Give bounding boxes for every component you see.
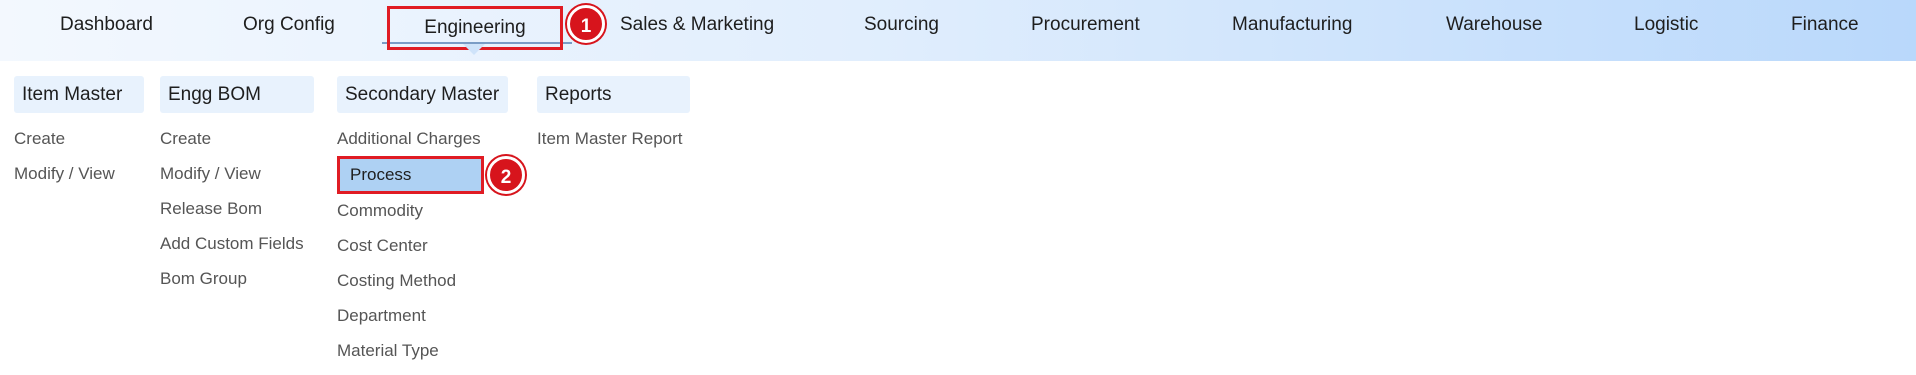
column-header-engg-bom: Engg BOM [160, 76, 314, 113]
menu-link-bom-group[interactable]: Bom Group [160, 267, 247, 291]
step-marker-1: 1 [567, 5, 605, 43]
menu-link-costing-method[interactable]: Costing Method [337, 269, 456, 293]
nav-manufacturing[interactable]: Manufacturing [1232, 0, 1352, 50]
nav-sales-marketing[interactable]: Sales & Marketing [620, 0, 774, 50]
column-header-item-master: Item Master [14, 76, 144, 113]
nav-procurement[interactable]: Procurement [1031, 0, 1140, 50]
menu-link-modify-view[interactable]: Modify / View [14, 162, 115, 186]
top-navigation-bar: Dashboard Org Config Engineering Sales &… [0, 0, 1916, 61]
column-header-secondary-master: Secondary Master [337, 76, 508, 113]
menu-link-material-type[interactable]: Material Type [337, 339, 439, 363]
menu-link-create[interactable]: Create [14, 127, 65, 151]
column-header-reports: Reports [537, 76, 690, 113]
nav-dashboard[interactable]: Dashboard [60, 0, 153, 50]
menu-link-additional-charges[interactable]: Additional Charges [337, 127, 481, 151]
menu-link-commodity[interactable]: Commodity [337, 199, 423, 223]
menu-link-create[interactable]: Create [160, 127, 211, 151]
menu-link-release-bom[interactable]: Release Bom [160, 197, 262, 221]
nav-warehouse[interactable]: Warehouse [1446, 0, 1542, 50]
nav-org-config[interactable]: Org Config [243, 0, 335, 50]
nav-finance[interactable]: Finance [1791, 0, 1859, 50]
menu-link-process[interactable]: Process [337, 156, 484, 194]
menu-link-add-custom-fields[interactable]: Add Custom Fields [160, 232, 304, 256]
menu-link-cost-center[interactable]: Cost Center [337, 234, 428, 258]
dropdown-caret [463, 44, 485, 55]
menu-link-department[interactable]: Department [337, 304, 426, 328]
nav-sourcing[interactable]: Sourcing [864, 0, 939, 50]
menu-link-item-master-report[interactable]: Item Master Report [537, 127, 683, 151]
step-marker-2: 2 [487, 156, 525, 194]
menu-link-modify-view[interactable]: Modify / View [160, 162, 261, 186]
nav-logistic[interactable]: Logistic [1634, 0, 1698, 50]
